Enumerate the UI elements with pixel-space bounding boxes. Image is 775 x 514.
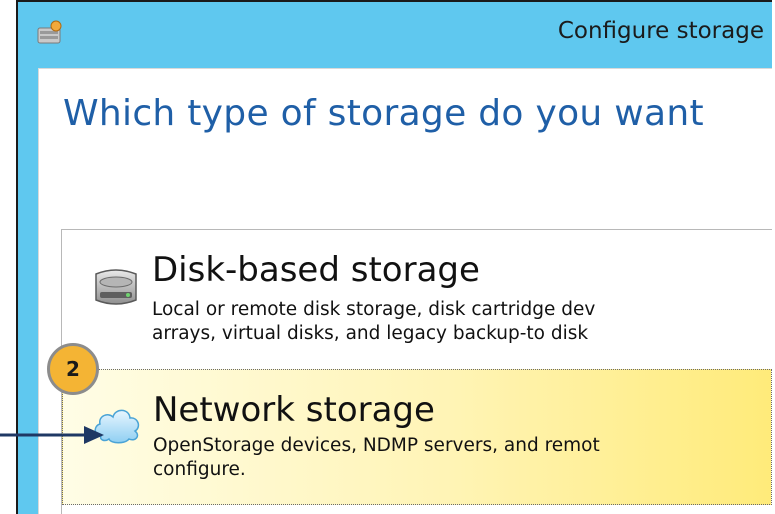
page-heading: Which type of storage do you want (63, 93, 704, 134)
window-title: Configure storage (557, 18, 764, 44)
hard-disk-icon (95, 269, 137, 305)
configure-storage-window: Configure storage Which type of storage … (16, 0, 772, 514)
option-description: OpenStorage devices, NDMP servers, and r… (153, 434, 600, 482)
title-bar[interactable]: Configure storage (18, 2, 772, 64)
option-network-storage[interactable]: Network storage OpenStorage devices, NDM… (62, 369, 772, 505)
storage-config-icon (37, 20, 62, 44)
option-disk-based-storage[interactable]: Disk-based storage Local or remote disk … (62, 230, 772, 368)
storage-type-list: Disk-based storage Local or remote disk … (61, 229, 772, 514)
option-description-line: arrays, virtual disks, and legacy backup… (152, 323, 589, 344)
option-title: Network storage (153, 390, 435, 430)
option-description-line: configure. (153, 459, 246, 480)
option-description: Local or remote disk storage, disk cartr… (152, 298, 595, 346)
option-description-line: Local or remote disk storage, disk cartr… (152, 299, 596, 320)
callout-arrow-icon (0, 426, 104, 444)
step-badge: 2 (47, 343, 99, 395)
option-description-line: OpenStorage devices, NDMP servers, and r… (153, 435, 600, 456)
option-title: Disk-based storage (152, 250, 480, 290)
wizard-content: Which type of storage do you want Disk-b… (38, 68, 772, 514)
